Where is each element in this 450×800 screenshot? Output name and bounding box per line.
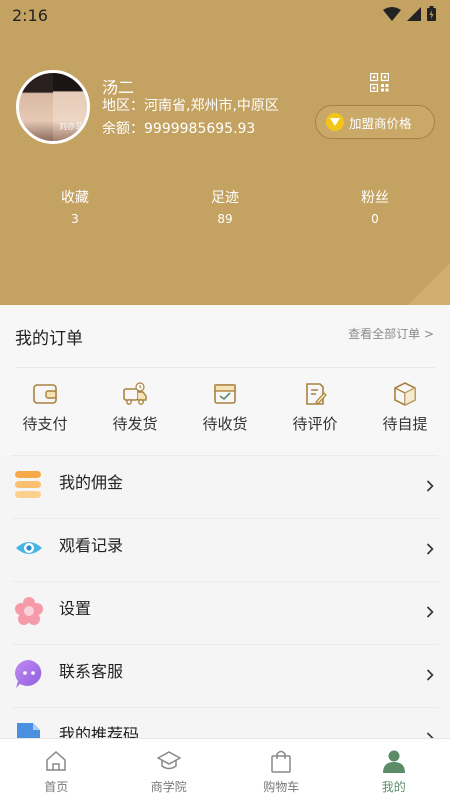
stat-favorites[interactable]: 收藏 3	[0, 188, 150, 228]
chevron-right-icon	[426, 480, 434, 492]
status-bar: 2:16	[0, 0, 450, 32]
box-check-icon	[214, 384, 236, 404]
order-pending-shipment[interactable]: 待发货	[90, 381, 180, 434]
chevron-right-icon	[426, 669, 434, 681]
status-time: 2:16	[12, 6, 48, 25]
chevron-right-icon	[426, 606, 434, 618]
order-pending-receipt[interactable]: 待收货	[180, 381, 270, 434]
package-icon	[394, 382, 416, 406]
order-status-row: 待支付 待发货 待收货 待评价 待自提	[0, 381, 450, 434]
avatar-watermark: 刘亦菲	[59, 122, 83, 131]
diamond-icon	[326, 113, 344, 131]
menu-item-watch-history[interactable]: 观看记录	[12, 518, 438, 581]
stack-icon	[15, 471, 41, 498]
menu-item-commission[interactable]: 我的佣金	[12, 455, 438, 518]
tab-home[interactable]: 首页	[0, 739, 113, 800]
order-label: 待支付	[22, 415, 68, 433]
stat-label: 粉丝	[361, 190, 389, 206]
home-icon	[46, 750, 66, 771]
menu-item-settings[interactable]: 设置	[12, 581, 438, 644]
user-region: 地区：河南省,郑州市,中原区	[102, 98, 279, 114]
stat-footprints[interactable]: 足迹 89	[150, 188, 300, 228]
user-icon	[382, 750, 405, 773]
tab-academy[interactable]: 商学院	[113, 739, 226, 800]
orders-title: 我的订单	[15, 329, 83, 349]
menu-label: 观看记录	[59, 536, 124, 555]
tab-label: 首页	[44, 780, 69, 794]
graduation-cap-icon	[156, 751, 181, 770]
order-label: 待发货	[112, 415, 158, 433]
order-label: 待评价	[292, 415, 338, 433]
flower-settings-icon	[15, 597, 43, 625]
tab-label: 购物车	[263, 780, 300, 794]
menu-list: 我的佣金 观看记录 设置 联系客服 我的推荐码	[0, 455, 450, 770]
chat-icon	[15, 660, 42, 688]
order-pending-payment[interactable]: 待支付	[0, 381, 90, 434]
signal-icon	[407, 6, 421, 21]
menu-label: 设置	[59, 599, 92, 618]
tab-label: 商学院	[150, 780, 187, 794]
stat-label: 收藏	[61, 190, 89, 206]
divider	[15, 367, 435, 368]
status-icons	[383, 6, 436, 21]
join-price-label: 加盟商价格	[349, 115, 412, 131]
review-icon	[306, 383, 327, 405]
avatar[interactable]: 刘亦菲	[16, 70, 90, 144]
order-label: 待收货	[202, 415, 248, 433]
menu-label: 我的佣金	[59, 473, 124, 492]
profile-header: 2:16 刘亦菲 汤二 地区：河南省,郑州市,中原区 余额：9999985695…	[0, 0, 450, 305]
shopping-bag-icon	[271, 750, 291, 773]
order-pending-pickup[interactable]: 待自提	[360, 381, 450, 434]
eye-icon	[16, 542, 42, 554]
order-pending-review[interactable]: 待评价	[270, 381, 360, 434]
tab-cart[interactable]: 购物车	[225, 739, 338, 800]
stat-fans[interactable]: 粉丝 0	[300, 188, 450, 228]
join-price-button[interactable]: 加盟商价格	[315, 105, 435, 139]
view-all-orders-link[interactable]: 查看全部订单 >	[348, 325, 434, 342]
menu-label: 联系客服	[59, 662, 124, 681]
tab-mine[interactable]: 我的	[338, 739, 450, 800]
orders-card: 我的订单 查看全部订单 > 待支付 待发货 待收货 待评价 待自提	[0, 305, 450, 455]
stat-value: 89	[217, 212, 233, 226]
stat-value: 3	[71, 212, 79, 226]
truck-icon	[123, 382, 147, 405]
chevron-right-icon	[426, 543, 434, 555]
wifi-icon	[383, 6, 401, 21]
stat-value: 0	[371, 212, 379, 226]
battery-icon	[427, 6, 436, 21]
wallet-icon	[33, 384, 57, 404]
stat-label: 足迹	[211, 190, 239, 206]
qr-code-icon[interactable]	[370, 73, 389, 92]
bottom-tab-bar: 首页 商学院 购物车 我的	[0, 738, 450, 800]
menu-item-customer-service[interactable]: 联系客服	[12, 644, 438, 707]
tab-label: 我的	[381, 780, 406, 794]
order-label: 待自提	[382, 415, 428, 433]
user-balance: 余额：9999985695.93	[102, 121, 256, 137]
stats-row: 收藏 3 足迹 89 粉丝 0	[0, 188, 450, 228]
